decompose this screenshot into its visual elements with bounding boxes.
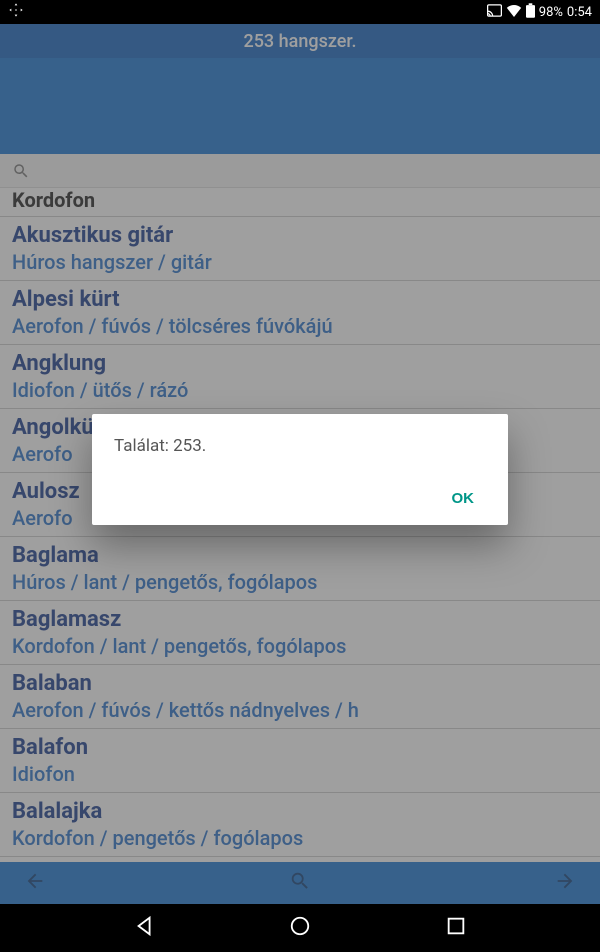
nav-home-icon[interactable]: [289, 915, 311, 941]
ok-button[interactable]: OK: [440, 482, 487, 515]
system-nav-bar: [0, 904, 600, 952]
wifi-icon: [506, 4, 522, 21]
result-dialog: Találat: 253. OK: [92, 414, 508, 525]
cast-icon: [487, 4, 502, 21]
nav-back-icon[interactable]: [134, 915, 156, 941]
battery-percent: 98%: [539, 5, 563, 20]
clock: 0:54: [567, 5, 592, 20]
move-indicator: [8, 2, 24, 22]
battery-icon: [526, 3, 535, 22]
dialog-message: Találat: 253.: [114, 436, 486, 456]
status-bar: 98% 0:54: [0, 0, 600, 24]
nav-recent-icon[interactable]: [445, 915, 467, 941]
